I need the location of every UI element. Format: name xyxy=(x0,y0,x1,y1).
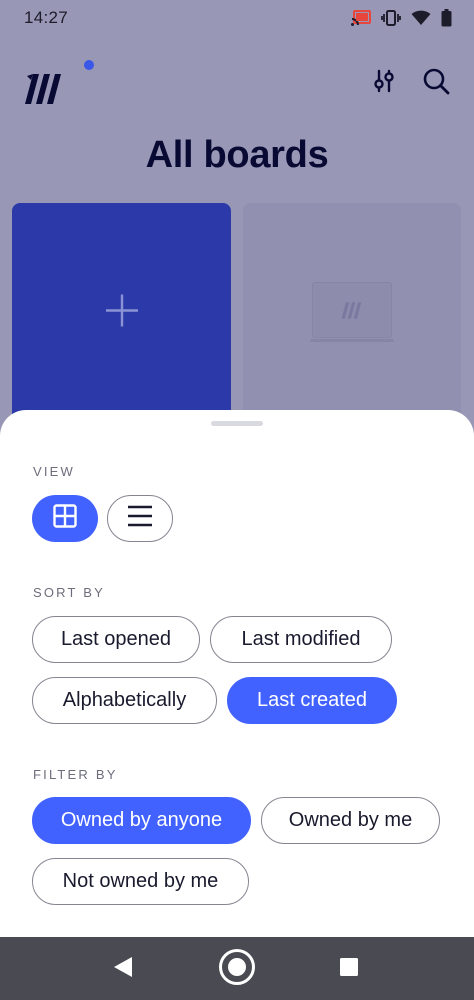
battery-icon xyxy=(441,9,452,27)
wifi-icon xyxy=(411,10,431,26)
plus-icon xyxy=(104,293,140,334)
sort-last-modified-chip[interactable]: Last modified xyxy=(210,616,392,663)
filter-sliders-icon xyxy=(373,69,395,98)
search-button[interactable] xyxy=(419,66,453,100)
recents-button[interactable] xyxy=(330,950,368,988)
filter-owned-by-me-chip[interactable]: Owned by me xyxy=(261,797,440,844)
board-card[interactable] xyxy=(243,203,461,433)
back-button[interactable] xyxy=(104,950,142,988)
filter-section-label: FILTER BY xyxy=(33,767,118,782)
miro-logo[interactable] xyxy=(22,60,94,110)
board-preview-image xyxy=(312,282,392,338)
filter-not-owned-by-me-chip[interactable]: Not owned by me xyxy=(32,858,249,905)
status-bar: 14:27 xyxy=(0,0,474,36)
recents-icon xyxy=(339,957,359,982)
filter-sliders-button[interactable] xyxy=(367,66,401,100)
home-button[interactable] xyxy=(218,948,256,991)
sort-last-opened-chip[interactable]: Last opened xyxy=(32,616,200,663)
list-view-button[interactable] xyxy=(107,495,173,542)
sheet-drag-handle[interactable] xyxy=(211,421,263,426)
sort-last-created-chip[interactable]: Last created xyxy=(227,677,397,724)
status-time: 14:27 xyxy=(24,8,69,27)
sort-section-label: SORT BY xyxy=(33,585,105,600)
home-icon xyxy=(218,948,256,991)
app-header xyxy=(0,56,474,116)
grid-view-button[interactable] xyxy=(32,495,98,542)
board-preview-base xyxy=(310,339,394,342)
sort-alphabetically-chip[interactable]: Alphabetically xyxy=(32,677,217,724)
view-options-sheet: VIEW SORT BY Last opened Last modified A… xyxy=(0,410,474,937)
vibrate-icon xyxy=(381,10,401,26)
search-icon xyxy=(422,67,450,100)
list-icon xyxy=(127,505,153,532)
filter-owned-by-anyone-chip[interactable]: Owned by anyone xyxy=(32,797,251,844)
view-section-label: VIEW xyxy=(33,464,76,479)
grid-icon xyxy=(53,504,77,533)
cast-icon xyxy=(351,10,371,26)
status-icons xyxy=(351,9,452,27)
system-nav-bar xyxy=(0,937,474,1000)
back-icon xyxy=(112,955,134,984)
page-title: All boards xyxy=(145,134,329,176)
notification-dot xyxy=(84,60,94,70)
new-board-card[interactable] xyxy=(12,203,231,433)
